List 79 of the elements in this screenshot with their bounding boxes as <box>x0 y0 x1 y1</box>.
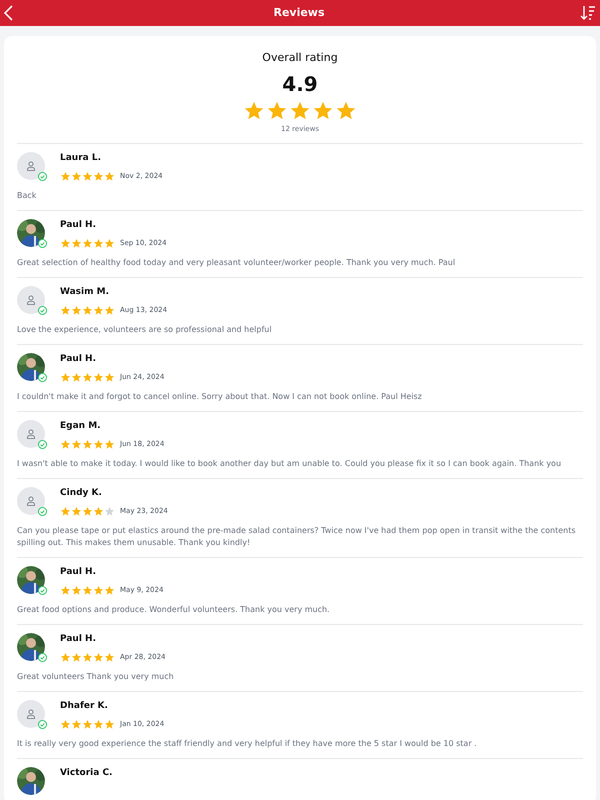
star-icon <box>82 439 93 450</box>
star-icon <box>93 171 104 182</box>
star-icon <box>71 585 82 596</box>
star-icon <box>104 305 115 316</box>
star-icon <box>104 372 115 383</box>
review-text: I couldn't make it and forgot to cancel online. Sorry about that. Now I can not book online. Paul Heisz <box>17 391 423 403</box>
star-icon <box>71 719 82 730</box>
reviewer-name: Paul H. <box>60 219 98 231</box>
star-icon <box>82 719 93 730</box>
reviewer-name: Paul H. <box>60 566 98 578</box>
review-text: Great food options and produce. Wonderful volunteers. Thank you very much. <box>17 604 331 616</box>
star-icon <box>60 506 71 517</box>
star-icon <box>93 585 104 596</box>
star-icon <box>60 171 71 182</box>
person-icon <box>26 161 36 171</box>
star-icon <box>104 238 115 249</box>
review-text: Can you please tape or put elastics around the pre-made salad containers? Twice now I've had them pop open in transit withe the contents spilling out. This makes them unusable. Thank you kindly! <box>17 525 577 549</box>
review-text: Back <box>17 190 38 202</box>
star-icon <box>71 238 82 249</box>
reviewer-name: Dhafer K. <box>60 700 109 712</box>
star-icon <box>82 372 93 383</box>
review-text: Great volunteers Thank you very much <box>17 671 175 683</box>
reviewer-name: Paul H. <box>60 633 98 645</box>
star-icon <box>93 719 104 730</box>
star-icon <box>104 171 115 182</box>
star-icon <box>82 238 93 249</box>
reviewer-name: Egan M. <box>60 420 102 432</box>
person-icon <box>26 709 36 719</box>
star-icon <box>104 585 115 596</box>
review-text: Love the experience, volunteers are so professional and helpful <box>17 324 273 336</box>
star-icon <box>71 305 82 316</box>
star-icon <box>243 100 265 122</box>
star-icon <box>104 719 115 730</box>
star-icon <box>82 652 93 663</box>
star-icon <box>93 439 104 450</box>
reviewer-name: Victoria C. <box>60 767 112 779</box>
star-icon <box>93 238 104 249</box>
star-icon <box>60 719 71 730</box>
person-icon <box>26 295 36 305</box>
star-icon <box>60 238 71 249</box>
star-icon <box>93 506 104 517</box>
overall-rating-label: Overall rating <box>262 50 338 66</box>
person-icon <box>26 429 36 439</box>
overall-score: 4.9 <box>282 70 318 98</box>
star-icon <box>71 439 82 450</box>
review-text: Great selection of healthy food today and very pleasant volunteer/worker people. Thank you very much. Paul <box>17 257 456 269</box>
reviewer-name: Laura L. <box>60 152 102 164</box>
header-title: Reviews <box>273 4 325 21</box>
star-icon <box>93 305 104 316</box>
star-icon <box>312 100 334 122</box>
star-icon <box>335 100 357 122</box>
star-icon <box>104 652 115 663</box>
person-icon <box>26 496 36 506</box>
back-icon <box>4 5 13 21</box>
star-icon <box>60 439 71 450</box>
star-icon <box>71 652 82 663</box>
star-icon <box>93 652 104 663</box>
star-icon <box>266 100 288 122</box>
star-icon <box>82 171 93 182</box>
sort-icon <box>580 5 596 21</box>
star-icon <box>60 652 71 663</box>
review-text: I wasn't able to make it today. I would like to book another day but am unable to. Could you please fix it so I can book again. Thank you <box>17 458 562 470</box>
star-icon <box>289 100 311 122</box>
reviewer-name: Paul H. <box>60 353 98 365</box>
review-text: It is really very good experience the staff friendly and very helpful if they have more the 5 star I would be 10 star . <box>17 738 478 750</box>
star-icon <box>82 585 93 596</box>
reviewer-name: Wasim M. <box>60 286 110 298</box>
star-icon <box>71 506 82 517</box>
star-icon <box>82 305 93 316</box>
star-icon <box>71 372 82 383</box>
star-icon <box>71 171 82 182</box>
star-icon <box>60 585 71 596</box>
star-icon <box>104 506 115 517</box>
star-icon <box>82 506 93 517</box>
star-icon <box>60 372 71 383</box>
star-icon <box>104 439 115 450</box>
reviewer-name: Cindy K. <box>60 487 103 499</box>
star-icon <box>93 372 104 383</box>
star-icon <box>60 305 71 316</box>
